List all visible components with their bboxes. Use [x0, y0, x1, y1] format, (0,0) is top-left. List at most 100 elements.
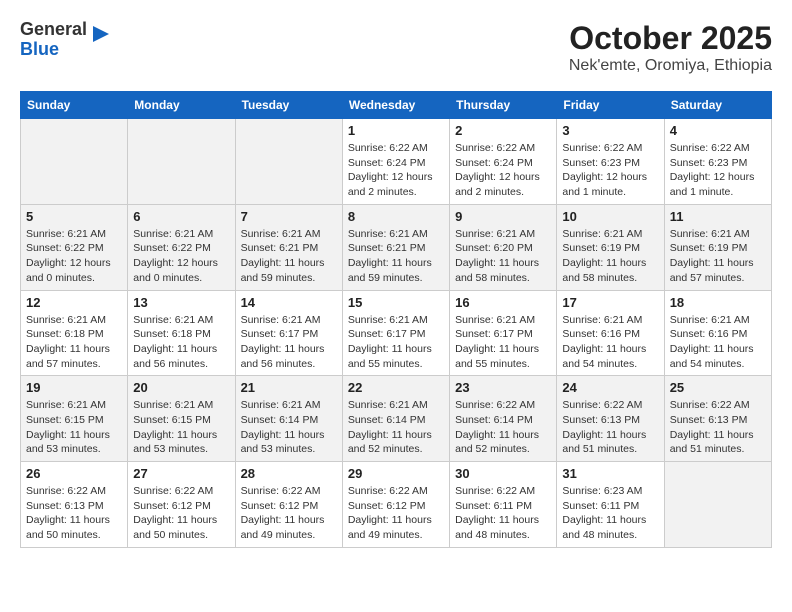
day-of-week-header: Friday: [557, 92, 664, 119]
day-of-week-header: Sunday: [21, 92, 128, 119]
day-number: 16: [455, 295, 551, 310]
day-number: 15: [348, 295, 444, 310]
calendar-cell: 15Sunrise: 6:21 AMSunset: 6:17 PMDayligh…: [342, 290, 449, 376]
day-number: 5: [26, 209, 122, 224]
calendar-cell: [128, 119, 235, 205]
calendar-cell: 11 Sunrise: 6:21 AMSunset: 6:19 PMDayligh…: [664, 204, 771, 290]
calendar-cell: 8 Sunrise: 6:21 AMSunset: 6:21 PMDaylight…: [342, 204, 449, 290]
day-number: 24: [562, 380, 658, 395]
day-number: 4: [670, 123, 766, 138]
day-number: 2: [455, 123, 551, 138]
calendar-cell: [235, 119, 342, 205]
logo-general: General: [20, 20, 87, 40]
calendar-cell: 9 Sunrise: 6:21 AMSunset: 6:20 PMDaylight…: [450, 204, 557, 290]
calendar-cell: 22 Sunrise: 6:21 AMSunset: 6:14 PMDayligh…: [342, 376, 449, 462]
calendar-cell: 14 Sunrise: 6:21 AMSunset: 6:17 PMDayligh…: [235, 290, 342, 376]
calendar-cell: 25 Sunrise: 6:22 AMSunset: 6:13 PMDayligh…: [664, 376, 771, 462]
calendar-cell: 3Sunrise: 6:22 AMSunset: 6:23 PMDaylight…: [557, 119, 664, 205]
calendar-week-row: 5 Sunrise: 6:21 AMSunset: 6:22 PMDaylight…: [21, 204, 772, 290]
day-info: Sunrise: 6:22 AMSunset: 6:12 PMDaylight:…: [348, 484, 444, 543]
day-number: 21: [241, 380, 337, 395]
day-number: 12: [26, 295, 122, 310]
calendar-cell: 10Sunrise: 6:21 AMSunset: 6:19 PMDayligh…: [557, 204, 664, 290]
calendar-cell: 18Sunrise: 6:21 AMSunset: 6:16 PMDayligh…: [664, 290, 771, 376]
day-number: 8: [348, 209, 444, 224]
calendar-cell: 20 Sunrise: 6:21 AMSunset: 6:15 PMDayligh…: [128, 376, 235, 462]
calendar-cell: 13 Sunrise: 6:21 AMSunset: 6:18 PMDayligh…: [128, 290, 235, 376]
day-info: Sunrise: 6:21 AMSunset: 6:18 PMDaylight:…: [133, 313, 229, 372]
day-info: Sunrise: 6:21 AMSunset: 6:15 PMDaylight:…: [133, 398, 229, 457]
calendar-cell: [21, 119, 128, 205]
calendar-week-row: 19 Sunrise: 6:21 AMSunset: 6:15 PMDayligh…: [21, 376, 772, 462]
calendar-cell: 19 Sunrise: 6:21 AMSunset: 6:15 PMDayligh…: [21, 376, 128, 462]
day-info: Sunrise: 6:21 AMSunset: 6:15 PMDaylight:…: [26, 398, 122, 457]
day-number: 26: [26, 466, 122, 481]
day-info: Sunrise: 6:21 AMSunset: 6:20 PMDaylight:…: [455, 227, 551, 286]
day-number: 7: [241, 209, 337, 224]
day-info: Sunrise: 6:21 AMSunset: 6:21 PMDaylight:…: [241, 227, 337, 286]
logo-icon: [89, 26, 109, 50]
calendar-cell: 16Sunrise: 6:21 AMSunset: 6:17 PMDayligh…: [450, 290, 557, 376]
day-number: 23: [455, 380, 551, 395]
logo-text: General Blue: [20, 20, 87, 60]
day-info: Sunrise: 6:22 AMSunset: 6:11 PMDaylight:…: [455, 484, 551, 543]
day-number: 22: [348, 380, 444, 395]
day-number: 28: [241, 466, 337, 481]
calendar-cell: 12 Sunrise: 6:21 AMSunset: 6:18 PMDayligh…: [21, 290, 128, 376]
calendar-cell: [664, 462, 771, 548]
logo-blue: Blue: [20, 40, 87, 60]
calendar-cell: 24Sunrise: 6:22 AMSunset: 6:13 PMDayligh…: [557, 376, 664, 462]
day-info: Sunrise: 6:21 AMSunset: 6:16 PMDaylight:…: [562, 313, 658, 372]
day-info: Sunrise: 6:22 AMSunset: 6:24 PMDaylight:…: [348, 141, 444, 200]
calendar-cell: 4Sunrise: 6:22 AMSunset: 6:23 PMDaylight…: [664, 119, 771, 205]
calendar-title: October 2025: [569, 20, 772, 57]
day-info: Sunrise: 6:22 AMSunset: 6:12 PMDaylight:…: [241, 484, 337, 543]
title-block: October 2025 Nek'emte, Oromiya, Ethiopia: [569, 20, 772, 75]
day-info: Sunrise: 6:21 AMSunset: 6:18 PMDaylight:…: [26, 313, 122, 372]
calendar-cell: 6 Sunrise: 6:21 AMSunset: 6:22 PMDaylight…: [128, 204, 235, 290]
day-of-week-header: Monday: [128, 92, 235, 119]
day-number: 14: [241, 295, 337, 310]
calendar-cell: 5 Sunrise: 6:21 AMSunset: 6:22 PMDaylight…: [21, 204, 128, 290]
day-number: 9: [455, 209, 551, 224]
calendar-cell: 28 Sunrise: 6:22 AMSunset: 6:12 PMDayligh…: [235, 462, 342, 548]
day-info: Sunrise: 6:21 AMSunset: 6:14 PMDaylight:…: [241, 398, 337, 457]
calendar-subtitle: Nek'emte, Oromiya, Ethiopia: [569, 57, 772, 75]
calendar-cell: 17 Sunrise: 6:21 AMSunset: 6:16 PMDayligh…: [557, 290, 664, 376]
day-info: Sunrise: 6:21 AMSunset: 6:22 PMDaylight:…: [26, 227, 122, 286]
calendar-cell: 23 Sunrise: 6:22 AMSunset: 6:14 PMDayligh…: [450, 376, 557, 462]
day-number: 29: [348, 466, 444, 481]
calendar-cell: 1 Sunrise: 6:22 AMSunset: 6:24 PMDaylight…: [342, 119, 449, 205]
day-info: Sunrise: 6:21 AMSunset: 6:17 PMDaylight:…: [241, 313, 337, 372]
day-info: Sunrise: 6:22 AMSunset: 6:13 PMDaylight:…: [26, 484, 122, 543]
day-info: Sunrise: 6:22 AMSunset: 6:14 PMDaylight:…: [455, 398, 551, 457]
calendar-cell: 2Sunrise: 6:22 AMSunset: 6:24 PMDaylight…: [450, 119, 557, 205]
day-info: Sunrise: 6:22 AMSunset: 6:12 PMDaylight:…: [133, 484, 229, 543]
day-number: 19: [26, 380, 122, 395]
day-number: 1: [348, 123, 444, 138]
calendar-cell: 30 Sunrise: 6:22 AMSunset: 6:11 PMDayligh…: [450, 462, 557, 548]
calendar-cell: 29 Sunrise: 6:22 AMSunset: 6:12 PMDayligh…: [342, 462, 449, 548]
day-number: 25: [670, 380, 766, 395]
calendar-cell: 21 Sunrise: 6:21 AMSunset: 6:14 PMDayligh…: [235, 376, 342, 462]
day-info: Sunrise: 6:21 AMSunset: 6:21 PMDaylight:…: [348, 227, 444, 286]
day-number: 27: [133, 466, 229, 481]
calendar-cell: 31Sunrise: 6:23 AMSunset: 6:11 PMDayligh…: [557, 462, 664, 548]
day-number: 31: [562, 466, 658, 481]
day-number: 11: [670, 209, 766, 224]
day-info: Sunrise: 6:21 AMSunset: 6:22 PMDaylight:…: [133, 227, 229, 286]
day-number: 30: [455, 466, 551, 481]
day-info: Sunrise: 6:21 AMSunset: 6:19 PMDaylight:…: [562, 227, 658, 286]
day-number: 13: [133, 295, 229, 310]
calendar-cell: 7 Sunrise: 6:21 AMSunset: 6:21 PMDaylight…: [235, 204, 342, 290]
day-info: Sunrise: 6:21 AMSunset: 6:14 PMDaylight:…: [348, 398, 444, 457]
day-info: Sunrise: 6:21 AMSunset: 6:19 PMDaylight:…: [670, 227, 766, 286]
day-info: Sunrise: 6:22 AMSunset: 6:13 PMDaylight:…: [670, 398, 766, 457]
calendar-week-row: 12 Sunrise: 6:21 AMSunset: 6:18 PMDayligh…: [21, 290, 772, 376]
day-number: 20: [133, 380, 229, 395]
day-of-week-header: Tuesday: [235, 92, 342, 119]
day-number: 17: [562, 295, 658, 310]
logo: General Blue: [20, 20, 109, 60]
day-info: Sunrise: 6:22 AMSunset: 6:23 PMDaylight:…: [562, 141, 658, 200]
day-number: 6: [133, 209, 229, 224]
